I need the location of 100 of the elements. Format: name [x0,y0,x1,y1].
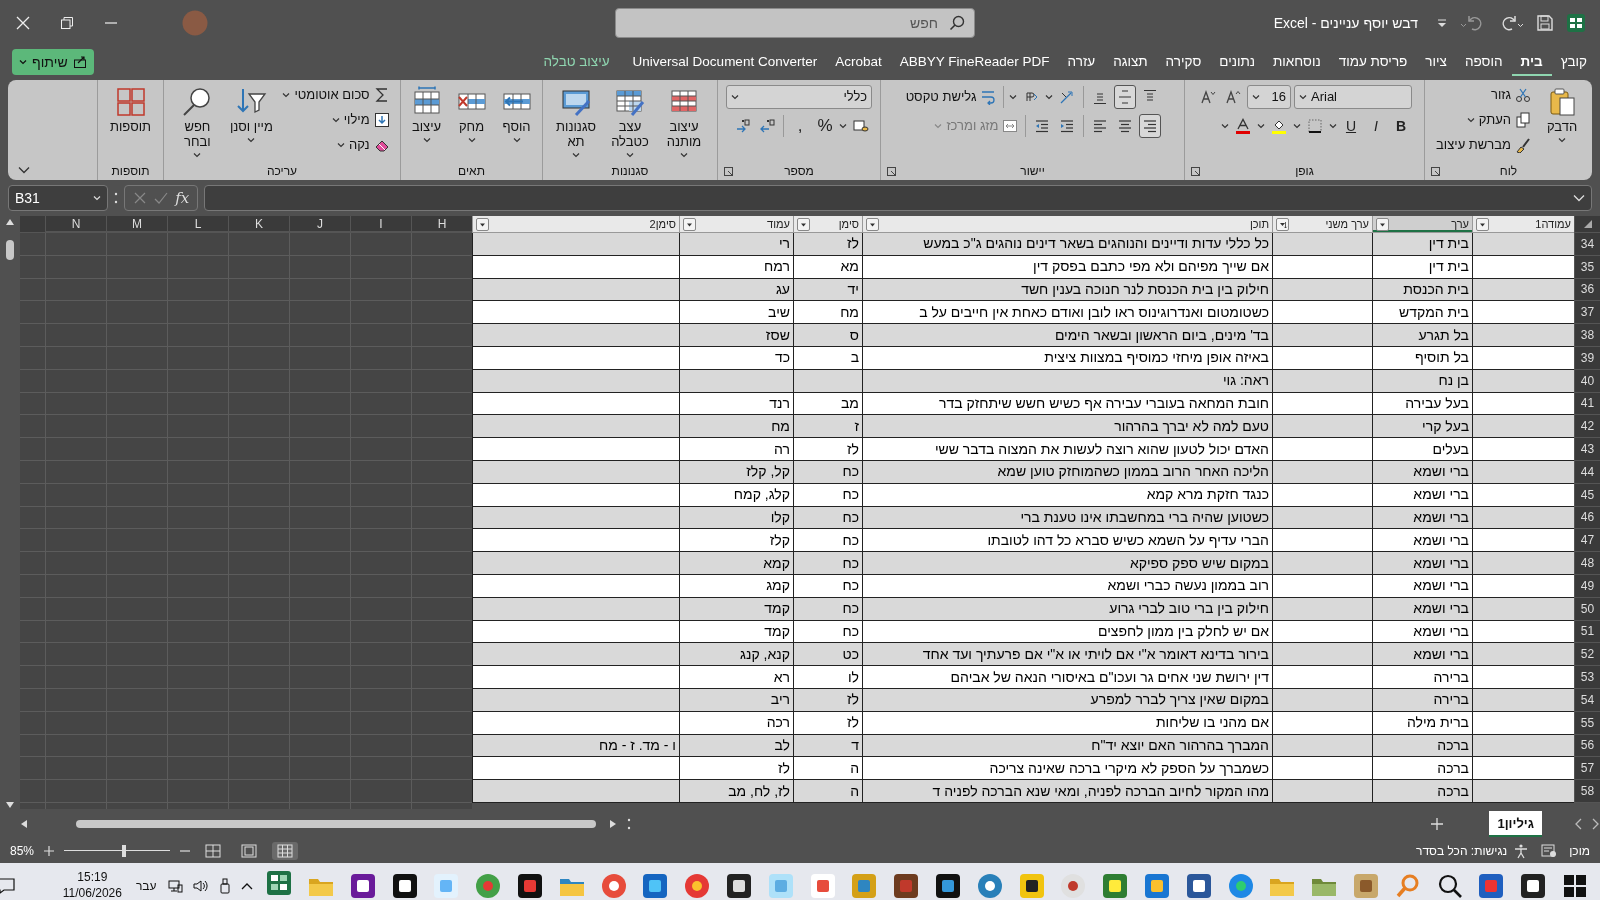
filter-button[interactable] [797,217,810,231]
next-sheet-icon[interactable] [1592,818,1600,830]
collapse-ribbon-icon[interactable] [18,166,30,174]
sheet-tab[interactable]: גיליון1 [1489,811,1542,837]
filter-button[interactable] [683,217,696,231]
share-button[interactable]: שיתוף [12,49,94,75]
formula-input[interactable] [204,185,1592,211]
ribbon-tab[interactable]: Universal Document Converter [623,47,827,77]
accessibility-status[interactable]: נגישות: הכל בסדר [1416,842,1508,860]
vertical-align-button[interactable] [1114,85,1137,109]
number-style-button[interactable]: , [789,114,811,138]
row-number[interactable]: 58 [1574,780,1600,803]
notifications-icon[interactable] [0,878,15,894]
ribbon-button[interactable]: מברשת עיצוב [1434,134,1533,156]
network-icon[interactable] [166,879,183,893]
scroll-down-icon[interactable] [5,801,15,809]
row-number[interactable]: 52 [1574,643,1600,667]
font-style-button[interactable]: I [1365,114,1387,138]
customize-icon[interactable] [1436,17,1448,29]
column-header[interactable]: ערך משני [1272,216,1372,233]
search-icon[interactable] [949,15,965,31]
launcher-icon[interactable] [886,165,897,177]
row-number[interactable]: 40 [1574,369,1600,393]
column-header[interactable]: ערך [1372,216,1472,233]
insert-function-button[interactable]: fx [175,186,190,210]
name-box[interactable]: B31 [8,185,108,211]
row-number[interactable]: 57 [1574,757,1600,781]
usb-icon[interactable] [218,878,231,894]
row-number[interactable]: 45 [1574,483,1600,507]
slider-thumb[interactable] [122,845,127,857]
ribbon-tab[interactable]: Acrobat [826,47,891,77]
macro-record-icon[interactable] [1541,844,1558,858]
search-field[interactable]: חפש [615,8,975,38]
language-indicator[interactable]: עבר [135,877,157,895]
ribbon-button[interactable]: מילוי [329,109,392,131]
row-number[interactable]: 56 [1574,734,1600,758]
ribbon-tab[interactable]: תצוגה [1104,47,1157,77]
ribbon-tab[interactable]: בית [1511,47,1552,77]
ribbon-button[interactable]: עיצוב מותנה [659,84,709,160]
view-button[interactable] [272,842,299,860]
hidden-icons-icon[interactable] [240,882,253,890]
column-header[interactable]: סימן2 [472,216,679,233]
launcher-icon[interactable] [723,165,734,177]
scroll-left-icon[interactable] [20,819,28,829]
close-icon[interactable] [16,16,30,30]
filter-button[interactable] [866,217,879,231]
font-style-button[interactable]: B [1390,114,1412,138]
scrollbar-thumb[interactable] [6,240,14,260]
ribbon-button[interactable]: העתק [1464,109,1533,131]
zoom-level-button[interactable]: 85% [10,842,35,860]
column-letter[interactable]: I [350,216,411,232]
column-letter[interactable]: M [106,216,167,232]
row-number[interactable]: 49 [1574,574,1600,598]
row-number[interactable]: 35 [1574,255,1600,279]
ribbon-button[interactable]: תוספות [105,84,156,137]
horizontal-align-button[interactable] [1139,114,1162,138]
ribbon-tab[interactable]: עיצוב טבלה [517,47,624,77]
column-header[interactable]: סימן [793,216,862,233]
column-header[interactable]: תוכן [862,216,1272,233]
column-letter[interactable]: K [228,216,289,232]
row-number[interactable]: 46 [1574,506,1600,530]
scroll-up-icon[interactable] [5,218,15,226]
ribbon-button[interactable]: גלישת טקסט [903,86,999,108]
font-field[interactable]: Arial [1294,85,1412,109]
select-all-button[interactable] [1574,216,1600,233]
spreadsheet-app-icon[interactable] [1566,13,1586,33]
row-number[interactable]: 41 [1574,392,1600,416]
row-number[interactable]: 54 [1574,688,1600,712]
row-number[interactable]: 38 [1574,324,1600,347]
volume-icon[interactable] [192,879,209,893]
sort-filter-button[interactable] [1276,217,1289,231]
ribbon-button[interactable]: הוסף [496,84,537,145]
ribbon-button[interactable]: עצב כטבלה [605,84,655,160]
add-sheet-icon[interactable] [1431,818,1444,830]
ribbon-button[interactable]: חפש ובחר [172,84,223,160]
row-number[interactable]: 51 [1574,620,1600,644]
zoom-slider[interactable] [64,844,171,858]
accessibility-icon[interactable] [1513,843,1530,859]
ribbon-tab[interactable]: קובץ [1551,47,1596,77]
column-header[interactable]: עמוד [679,216,793,233]
row-number[interactable]: 53 [1574,666,1600,689]
restore-icon[interactable] [60,16,74,30]
row-number[interactable]: 36 [1574,278,1600,302]
filter-button[interactable] [1476,217,1489,231]
column-header[interactable]: עמודה1 [1472,216,1574,233]
ribbon-button[interactable]: עיצוב [406,84,447,145]
ribbon-button[interactable]: סגנונות תא [551,84,601,160]
ribbon-button[interactable]: מיין וסנן [226,84,277,145]
ribbon-tab[interactable]: הוספה [1455,47,1512,77]
column-letter[interactable]: N [45,216,106,232]
row-number[interactable]: 43 [1574,438,1600,461]
ribbon-tab[interactable]: נתונים [1210,47,1265,77]
number-style-button[interactable]: % [814,114,836,138]
ribbon-tab[interactable]: נוסחאות [1264,47,1330,77]
filter-button[interactable] [1376,217,1389,231]
scrollbar-thumb[interactable] [76,820,596,828]
row-number[interactable]: 50 [1574,597,1600,621]
clock[interactable]: 15:19 11/06/2026 [58,870,126,900]
zoom-in-icon[interactable] [44,846,55,856]
column-letter[interactable]: L [167,216,228,232]
